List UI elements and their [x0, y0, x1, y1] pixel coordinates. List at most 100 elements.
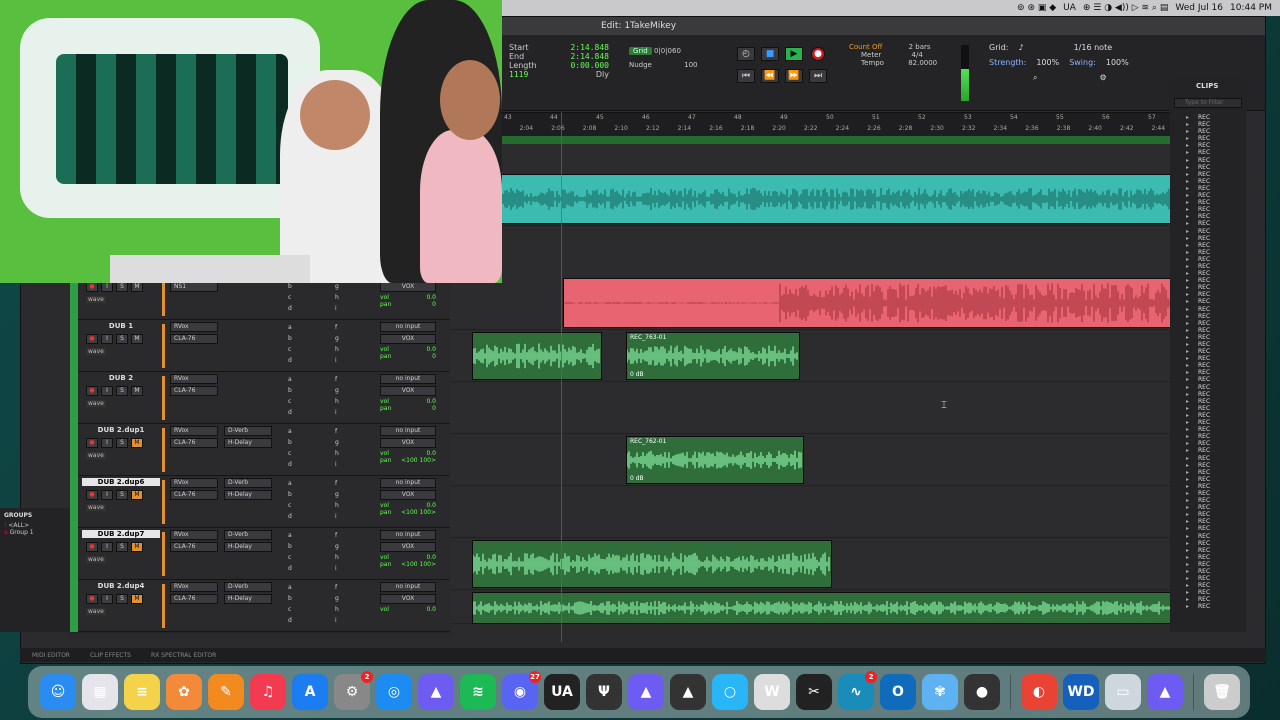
- wd-icon[interactable]: WD: [1063, 674, 1099, 710]
- clip-list-item[interactable]: REC: [1198, 462, 1210, 469]
- disclosure-arrow-icon[interactable]: ▸: [1186, 440, 1189, 447]
- input-selector[interactable]: no input: [380, 374, 436, 384]
- insert-slot-3[interactable]: D-Verb: [224, 478, 272, 488]
- output-selector[interactable]: VOX: [380, 282, 436, 292]
- track-lane-dup4[interactable]: [450, 590, 1180, 624]
- clip-list-item[interactable]: REC: [1198, 412, 1210, 419]
- clip-list-item[interactable]: REC: [1198, 178, 1210, 185]
- disclosure-arrow-icon[interactable]: ▸: [1186, 596, 1189, 603]
- clip-list-item[interactable]: REC: [1198, 433, 1210, 440]
- avid-icon[interactable]: ▲: [418, 674, 454, 710]
- clip-list-item[interactable]: REC: [1198, 554, 1210, 561]
- length-value[interactable]: 0:00.000: [570, 61, 609, 70]
- disclosure-arrow-icon[interactable]: ▸: [1186, 313, 1189, 320]
- disclosure-arrow-icon[interactable]: ▸: [1186, 263, 1189, 270]
- disclosure-arrow-icon[interactable]: ▸: [1186, 270, 1189, 277]
- clip-list-item[interactable]: REC: [1198, 391, 1210, 398]
- disclosure-arrow-icon[interactable]: ▸: [1186, 533, 1189, 540]
- clip-list-item[interactable]: REC: [1198, 206, 1210, 213]
- record-enable-button[interactable]: ●: [86, 334, 98, 344]
- track-strip[interactable]: DUB 2.dup1 ● I S Mwave RVox CLA-76 D-Verb H-Dela…: [70, 424, 450, 476]
- record-enable-button[interactable]: ●: [86, 490, 98, 500]
- disclosure-arrow-icon[interactable]: ▸: [1186, 228, 1189, 235]
- track-view-selector[interactable]: wave: [86, 556, 106, 563]
- clip-list-item[interactable]: REC: [1198, 164, 1210, 171]
- clip-gain[interactable]: 0 dB: [630, 475, 644, 482]
- clip-list-item[interactable]: REC: [1198, 220, 1210, 227]
- disclosure-arrow-icon[interactable]: ▸: [1186, 213, 1189, 220]
- insert-slot-1[interactable]: RVox: [170, 374, 218, 384]
- clip-list-item[interactable]: REC: [1198, 121, 1210, 128]
- group-all[interactable]: ! <ALL>: [4, 522, 66, 529]
- track-view-selector[interactable]: wave: [86, 504, 106, 511]
- tab-rx-spectral-editor[interactable]: RX SPECTRAL EDITOR: [151, 652, 216, 659]
- sends-a-e[interactable]: abcd: [288, 582, 292, 626]
- track-name[interactable]: DUB 2.dup1: [82, 426, 160, 434]
- track-lane-dub1[interactable]: REC_763-01 0 dB: [450, 330, 1180, 382]
- disclosure-arrow-icon[interactable]: ▸: [1186, 334, 1189, 341]
- finder-icon[interactable]: ☺: [40, 674, 76, 710]
- bars-ruler[interactable]: 43 44 45 46 47 48 49 50 51 52 53 54 55 56 57: [480, 114, 1180, 124]
- clip-list-item[interactable]: REC: [1198, 199, 1210, 206]
- insert-slot-4[interactable]: H-Delay: [224, 490, 272, 500]
- flower-app-icon[interactable]: ✾: [922, 674, 958, 710]
- sends-f-j[interactable]: fghi: [335, 530, 339, 574]
- ua-menu[interactable]: UA: [1063, 3, 1076, 13]
- pro-tools-alt-icon[interactable]: ▲: [1147, 674, 1183, 710]
- disclosure-arrow-icon[interactable]: ▸: [1186, 384, 1189, 391]
- menubar-date[interactable]: Wed Jul 16: [1175, 3, 1223, 13]
- disclosure-arrow-icon[interactable]: ▸: [1186, 149, 1189, 156]
- clip-list-item[interactable]: REC: [1198, 575, 1210, 582]
- disclosure-arrow-icon[interactable]: ▸: [1186, 291, 1189, 298]
- disclosure-arrow-icon[interactable]: ▸: [1186, 540, 1189, 547]
- record-enable-button[interactable]: ●: [86, 542, 98, 552]
- selection-counter[interactable]: Start 2:14.848 End 2:14.848 Length 0:00.000…: [509, 43, 609, 87]
- disclosure-arrow-icon[interactable]: ▸: [1186, 171, 1189, 178]
- clip-list-item[interactable]: REC: [1198, 362, 1210, 369]
- track-view-selector[interactable]: wave: [86, 400, 106, 407]
- insert-slot-4[interactable]: H-Delay: [224, 594, 272, 604]
- go-to-end-icon[interactable]: ⏭: [809, 69, 827, 83]
- clip-list-item[interactable]: REC: [1198, 284, 1210, 291]
- gear-icon[interactable]: ⚙: [1099, 73, 1106, 83]
- record-enable-button[interactable]: ●: [86, 386, 98, 396]
- output-selector[interactable]: VOX: [380, 438, 436, 448]
- volume-readout[interactable]: vol 0.0: [380, 294, 436, 301]
- input-selector[interactable]: no input: [380, 322, 436, 332]
- track-name[interactable]: DUB 2.dup6: [82, 478, 160, 486]
- insert-slot-1[interactable]: RVox: [170, 478, 218, 488]
- track-view-selector[interactable]: wave: [86, 296, 106, 303]
- pan-readout[interactable]: pan <100 100>: [380, 457, 436, 464]
- swing-value[interactable]: 100%: [1106, 58, 1129, 67]
- sends-a-e[interactable]: abcd: [288, 426, 292, 470]
- disclosure-arrow-icon[interactable]: ▸: [1186, 348, 1189, 355]
- disclosure-arrow-icon[interactable]: ▸: [1186, 114, 1189, 121]
- input-monitor-button[interactable]: I: [101, 594, 113, 604]
- clip-list-item[interactable]: REC: [1198, 341, 1210, 348]
- audio-clip[interactable]: [472, 332, 602, 380]
- insert-slot-2[interactable]: CLA-76: [170, 490, 218, 500]
- insert-slot-3[interactable]: D-Verb: [224, 426, 272, 436]
- grid-pill[interactable]: Grid: [629, 47, 652, 55]
- clip-list-item[interactable]: REC: [1198, 348, 1210, 355]
- clip-list-item[interactable]: REC: [1198, 447, 1210, 454]
- status-icons[interactable]: ⊚ ⊛ ▣ ◆: [1017, 3, 1056, 13]
- track-strip[interactable]: DUB 1 ● I S Mwave RVox CLA-76 a b c d f g h i no input V…: [70, 320, 450, 372]
- output-selector[interactable]: VOX: [380, 594, 436, 604]
- pan-readout[interactable]: pan <100 100>: [380, 561, 436, 568]
- clip-list-item[interactable]: REC: [1198, 533, 1210, 540]
- input-monitor-button[interactable]: I: [101, 438, 113, 448]
- clip-list-item[interactable]: REC: [1198, 540, 1210, 547]
- input-monitor-button[interactable]: I: [101, 386, 113, 396]
- disclosure-arrow-icon[interactable]: ▸: [1186, 483, 1189, 490]
- track-name[interactable]: DUB 2.dup7: [82, 530, 160, 538]
- clip-list-item[interactable]: REC: [1198, 249, 1210, 256]
- sends-f-j[interactable]: fghi: [335, 478, 339, 522]
- disclosure-arrow-icon[interactable]: ▸: [1186, 391, 1189, 398]
- recording-clip[interactable]: [563, 278, 1180, 328]
- pro-tools-icon[interactable]: ▲: [628, 674, 664, 710]
- output-selector[interactable]: VOX: [380, 386, 436, 396]
- insert-slot-1[interactable]: RVox: [170, 322, 218, 332]
- solo-button[interactable]: S: [116, 334, 128, 344]
- sends-a-e[interactable]: abcd: [288, 374, 292, 418]
